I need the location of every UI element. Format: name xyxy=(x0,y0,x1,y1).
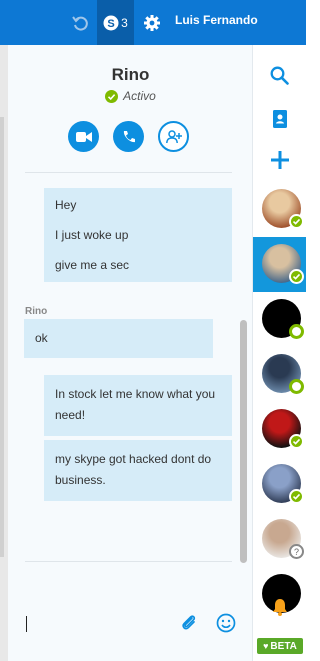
skype-chats-tab[interactable]: S 3 xyxy=(97,0,134,45)
message-line: I just woke up xyxy=(55,227,129,242)
contact-name[interactable]: Rino xyxy=(8,65,253,85)
call-actions xyxy=(68,121,189,152)
left-edge xyxy=(0,45,8,661)
online-check-icon xyxy=(105,89,119,103)
messages-scrollbar[interactable] xyxy=(240,320,247,563)
refresh-icon xyxy=(72,15,88,31)
settings-button[interactable] xyxy=(141,0,163,45)
contact-avatar-item[interactable] xyxy=(253,237,306,292)
new-conversation-button[interactable] xyxy=(253,151,306,169)
voice-call-button[interactable] xyxy=(113,121,144,152)
video-call-button[interactable] xyxy=(68,121,99,152)
bell-icon xyxy=(272,599,287,616)
contact-avatar-item[interactable]: ? xyxy=(253,512,306,567)
message-text: In stock let me know what you need! xyxy=(55,387,216,422)
presence-away-icon xyxy=(289,379,304,394)
skype-logo-icon: S xyxy=(103,15,119,30)
heart-icon: ♥ xyxy=(263,641,269,651)
right-rail: ? ♥ BETA xyxy=(253,45,306,661)
presence-online-icon xyxy=(289,214,304,229)
conversation-panel: Rino Activo Hey I just woke up give me a… xyxy=(8,45,253,661)
message-text: ok xyxy=(35,331,48,345)
presence-unknown-icon: ? xyxy=(289,544,304,559)
address-book-icon xyxy=(272,110,287,128)
add-people-button[interactable] xyxy=(158,121,189,152)
message-composer xyxy=(8,560,253,661)
notifications-button[interactable] xyxy=(253,598,306,616)
presence-online-icon xyxy=(289,434,304,449)
contact-avatar-item[interactable] xyxy=(253,457,306,512)
contacts-button[interactable] xyxy=(253,109,306,129)
smiley-icon xyxy=(216,613,236,633)
presence-away-icon xyxy=(289,324,304,339)
text-caret xyxy=(26,616,27,632)
contact-status: Activo xyxy=(8,89,253,103)
add-person-icon xyxy=(165,129,182,143)
top-bar: S 3 Luis Fernando xyxy=(0,0,306,45)
status-text: Activo xyxy=(123,89,156,103)
beta-badge[interactable]: ♥ BETA xyxy=(257,638,303,654)
message-bubble-outgoing[interactable]: Hey I just woke up give me a sec xyxy=(44,188,232,282)
paperclip-icon xyxy=(182,615,196,630)
presence-online-icon xyxy=(289,269,304,284)
message-line: Hey xyxy=(55,197,77,212)
presence-online-icon xyxy=(289,489,304,504)
unread-count-badge: 3 xyxy=(121,15,128,30)
refresh-button[interactable] xyxy=(66,0,94,45)
contact-avatar-item[interactable] xyxy=(253,402,306,457)
message-bubble-incoming[interactable]: ok xyxy=(24,319,213,358)
gear-icon xyxy=(144,14,160,31)
message-line: give me a sec xyxy=(55,257,130,272)
video-camera-icon xyxy=(75,131,92,142)
contact-avatar-item[interactable] xyxy=(253,347,306,402)
message-sender: Rino xyxy=(25,306,48,317)
emoticon-button[interactable] xyxy=(216,613,236,638)
user-name[interactable]: Luis Fernando xyxy=(175,13,258,27)
beta-label: BETA xyxy=(270,640,297,652)
message-input[interactable] xyxy=(28,610,178,638)
svg-text:S: S xyxy=(107,18,114,30)
header-divider xyxy=(25,172,232,173)
left-scrollbar xyxy=(0,117,4,557)
message-bubble-outgoing[interactable]: my skype got hacked dont do business. xyxy=(44,440,232,501)
message-text: my skype got hacked dont do business. xyxy=(55,452,212,487)
message-bubble-outgoing[interactable]: In stock let me know what you need! xyxy=(44,375,232,436)
contact-avatar-item[interactable] xyxy=(253,182,306,237)
search-button[interactable] xyxy=(253,66,306,85)
contact-avatar-item[interactable] xyxy=(253,292,306,347)
phone-icon xyxy=(123,130,135,142)
search-icon xyxy=(270,66,289,85)
plus-icon xyxy=(270,151,289,169)
attach-file-button[interactable] xyxy=(180,613,198,638)
